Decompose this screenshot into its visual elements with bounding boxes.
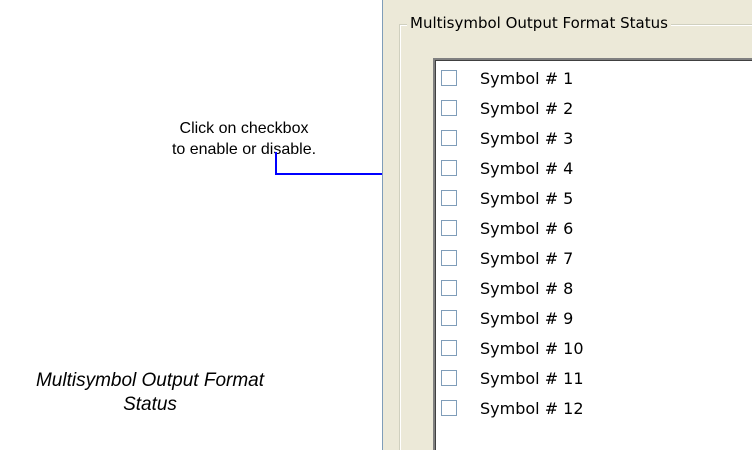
symbol-label: Symbol # 8 bbox=[480, 278, 574, 298]
list-item-symbol-7[interactable]: Symbol # 7 bbox=[441, 243, 741, 273]
symbol-label: Symbol # 4 bbox=[480, 158, 574, 178]
callout-line-2: to enable or disable. bbox=[171, 141, 317, 158]
symbol-label: Symbol # 10 bbox=[480, 338, 584, 358]
list-item-symbol-9[interactable]: Symbol # 9 bbox=[441, 303, 741, 333]
symbol-checklist[interactable]: Symbol # 1 Symbol # 2 Symbol # 3 Symbol … bbox=[433, 58, 752, 450]
symbol-label: Symbol # 7 bbox=[480, 248, 574, 268]
checkbox[interactable] bbox=[441, 280, 457, 296]
checkbox[interactable] bbox=[441, 220, 457, 236]
checkbox[interactable] bbox=[441, 370, 457, 386]
list-item-symbol-5[interactable]: Symbol # 5 bbox=[441, 183, 741, 213]
checkbox[interactable] bbox=[441, 310, 457, 326]
checkbox[interactable] bbox=[441, 250, 457, 266]
figure-caption: Multisymbol Output Format Status bbox=[25, 369, 275, 417]
list-item-symbol-4[interactable]: Symbol # 4 bbox=[441, 153, 741, 183]
symbol-label: Symbol # 5 bbox=[480, 188, 574, 208]
checkbox[interactable] bbox=[441, 70, 457, 86]
checkbox[interactable] bbox=[441, 190, 457, 206]
symbol-label: Symbol # 3 bbox=[480, 128, 574, 148]
callout-text: Click on checkbox to enable or disable. bbox=[124, 118, 364, 160]
symbol-label: Symbol # 6 bbox=[480, 218, 574, 238]
list-item-symbol-8[interactable]: Symbol # 8 bbox=[441, 273, 741, 303]
checkbox[interactable] bbox=[441, 160, 457, 176]
checkbox[interactable] bbox=[441, 130, 457, 146]
list-item-symbol-10[interactable]: Symbol # 10 bbox=[441, 333, 741, 363]
list-item-symbol-2[interactable]: Symbol # 2 bbox=[441, 93, 741, 123]
checkbox[interactable] bbox=[441, 400, 457, 416]
symbol-label: Symbol # 9 bbox=[480, 308, 574, 328]
checkbox[interactable] bbox=[441, 100, 457, 116]
group-box-title: Multisymbol Output Format Status bbox=[407, 12, 671, 34]
symbol-label: Symbol # 2 bbox=[480, 98, 574, 118]
callout-line-1: Click on checkbox bbox=[179, 120, 309, 137]
list-item-symbol-6[interactable]: Symbol # 6 bbox=[441, 213, 741, 243]
symbol-label: Symbol # 12 bbox=[480, 398, 584, 418]
list-item-symbol-12[interactable]: Symbol # 12 bbox=[441, 393, 741, 423]
caption-line-1: Multisymbol Output Format bbox=[35, 370, 265, 391]
checkbox[interactable] bbox=[441, 340, 457, 356]
dialog-panel: Multisymbol Output Format Status Symbol … bbox=[382, 0, 752, 450]
symbol-label: Symbol # 1 bbox=[480, 68, 574, 88]
caption-line-2: Status bbox=[123, 394, 177, 415]
list-item-symbol-3[interactable]: Symbol # 3 bbox=[441, 123, 741, 153]
symbol-label: Symbol # 11 bbox=[480, 368, 584, 388]
list-item-symbol-11[interactable]: Symbol # 11 bbox=[441, 363, 741, 393]
list-item-symbol-1[interactable]: Symbol # 1 bbox=[441, 63, 741, 93]
